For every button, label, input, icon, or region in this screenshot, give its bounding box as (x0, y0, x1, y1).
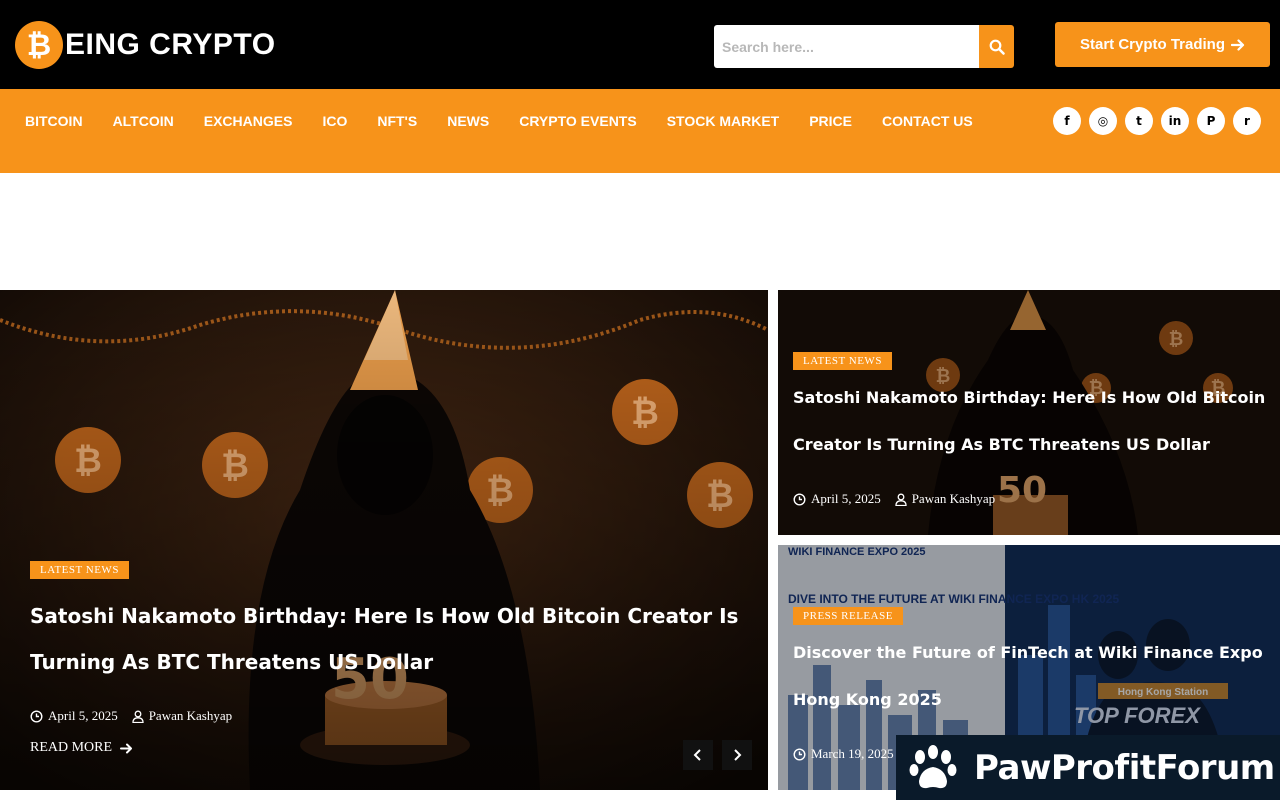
search-icon (989, 39, 1005, 55)
search-bar (714, 25, 1014, 68)
user-icon (895, 493, 907, 506)
featured-date: April 5, 2025 (48, 708, 118, 723)
pinterest-icon[interactable]: P (1197, 107, 1225, 135)
arrow-right-icon (120, 743, 133, 753)
nav-item-ico[interactable]: ICO (322, 113, 347, 129)
search-input[interactable] (714, 25, 979, 68)
site-logo[interactable]: ₿ EING CRYPTO (15, 21, 276, 69)
side1-badge-wrap: LATEST NEWS (793, 351, 892, 370)
side2-title[interactable]: Discover the Future of FinTech at Wiki F… (793, 629, 1268, 723)
paw-icon (909, 744, 957, 788)
nav-item-crypto-events[interactable]: CRYPTO EVENTS (519, 113, 636, 129)
side1-meta: April 5, 2025 Pawan Kashyap (793, 491, 995, 507)
featured-meta: April 5, 2025 Pawan Kashyap (30, 708, 232, 724)
linkedin-icon[interactable]: in (1161, 107, 1189, 135)
clock-icon (30, 709, 43, 723)
arrow-right-icon (1231, 38, 1245, 51)
nav-item-nfts[interactable]: NFT'S (377, 113, 417, 129)
side2-badge-wrap: PRESS RELEASE (793, 606, 903, 625)
side1-category-badge[interactable]: LATEST NEWS (793, 352, 892, 370)
watermark-text: PawProfitForum (974, 747, 1275, 788)
featured-slider[interactable]: ₿₿ ₿₿₿ 50 LATEST NEWS Satoshi Nakamoto B… (0, 290, 768, 790)
nav-item-altcoin[interactable]: ALTCOIN (113, 113, 174, 129)
side1-date: April 5, 2025 (811, 491, 881, 506)
search-button[interactable] (979, 25, 1014, 68)
clock-icon (793, 747, 806, 761)
nav-item-bitcoin[interactable]: BITCOIN (25, 113, 83, 129)
read-more-label: READ MORE (30, 740, 113, 755)
featured-author[interactable]: Pawan Kashyap (149, 708, 232, 724)
featured-category-badge[interactable]: LATEST NEWS (30, 561, 129, 579)
start-trading-button[interactable]: Start Crypto Trading (1055, 22, 1270, 67)
main-nav: BITCOIN ALTCOIN EXCHANGES ICO NFT'S NEWS… (0, 89, 1280, 173)
side2-category-badge[interactable]: PRESS RELEASE (793, 607, 903, 625)
side2-date: March 19, 2025 (811, 746, 894, 761)
chevron-left-icon (693, 749, 701, 761)
side1-title[interactable]: Satoshi Nakamoto Birthday: Here Is How O… (793, 374, 1268, 468)
nav-item-exchanges[interactable]: EXCHANGES (204, 113, 293, 129)
nav-item-price[interactable]: PRICE (809, 113, 852, 129)
side-article-card-1[interactable]: ₿ ₿ ₿ ₿ 50 LATEST NEWS Satoshi Nakamoto Bir… (778, 290, 1280, 535)
nav-item-contact-us[interactable]: CONTACT US (882, 113, 973, 129)
chevron-right-icon (734, 749, 742, 761)
side2-meta: March 19, 2025 (793, 746, 894, 762)
instagram-icon[interactable]: ◎ (1089, 107, 1117, 135)
side1-author[interactable]: Pawan Kashyap (912, 491, 995, 507)
nav-menu: BITCOIN ALTCOIN EXCHANGES ICO NFT'S NEWS… (25, 113, 1003, 129)
twitter-icon[interactable]: t (1125, 107, 1153, 135)
bitcoin-logo-icon: ₿ (15, 21, 63, 69)
featured-title[interactable]: Satoshi Nakamoto Birthday: Here Is How O… (30, 593, 740, 685)
facebook-icon[interactable]: f (1053, 107, 1081, 135)
reddit-icon[interactable]: r (1233, 107, 1261, 135)
featured-badge-wrap: LATEST NEWS (30, 560, 129, 579)
slider-next-button[interactable] (722, 740, 752, 770)
clock-icon (793, 492, 806, 506)
nav-item-stock-market[interactable]: STOCK MARKET (667, 113, 780, 129)
top-header: ₿ EING CRYPTO Start Crypto Trading (0, 0, 1280, 89)
user-icon (132, 710, 144, 723)
logo-text: EING CRYPTO (65, 28, 276, 61)
social-links: f ◎ t in P r (1053, 107, 1261, 135)
nav-item-news[interactable]: NEWS (447, 113, 489, 129)
pawprofitforum-watermark: PawProfitForum (896, 735, 1280, 800)
start-trading-label: Start Crypto Trading (1079, 36, 1225, 53)
slider-prev-button[interactable] (683, 740, 713, 770)
read-more-link[interactable]: READ MORE (30, 740, 133, 756)
